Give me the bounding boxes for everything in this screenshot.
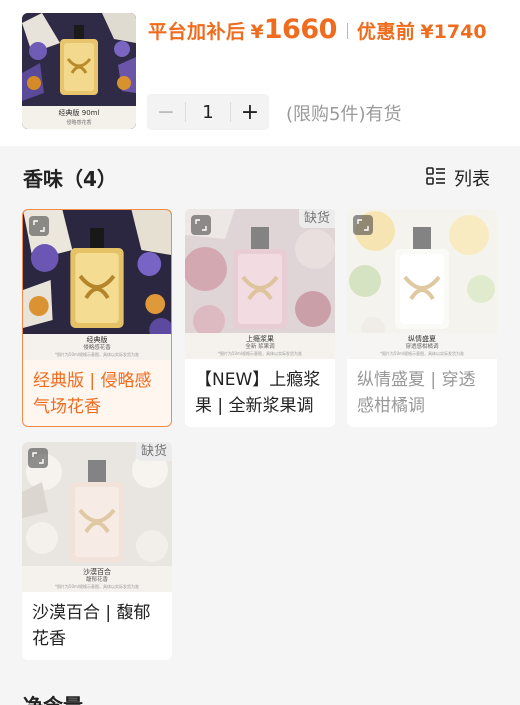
variant-tag-line2: 全新 浆果调 (245, 344, 275, 350)
variant-card-classic[interactable]: 经典版 侵略感花香 *图片为50ml规格示意图，具体以实际发货为准 经典版 | … (22, 209, 172, 427)
variant-tag: 沙漠百合 馥郁花香 *图片为50ml规格示意图，具体以实际发货为准 (22, 566, 172, 592)
variant-tag-line1: 上瘾浆果 (246, 335, 274, 343)
variant-tag-line2: 穿透感柑橘调 (405, 344, 439, 350)
expand-image-icon[interactable] (29, 216, 49, 236)
expand-image-icon[interactable] (28, 448, 48, 468)
variant-tag: 纵情盛夏 穿透感柑橘调 *图片为50ml规格示意图，具体以实际发货为准 (347, 333, 497, 359)
thumb-caption-line1: 经典版 90ml (58, 109, 100, 117)
out-of-stock-badge: 缺货 (298, 209, 335, 228)
variant-name: 沙漠百合 | 馥郁花香 (32, 603, 151, 649)
variant-tag-line1: 纵情盛夏 (408, 335, 436, 343)
original-price-currency: ¥ (420, 21, 434, 43)
variant-card-citrus[interactable]: 纵情盛夏 穿透感柑橘调 *图片为50ml规格示意图，具体以实际发货为准 纵情盛夏… (347, 209, 497, 427)
variant-tag-line3: *图片为50ml规格示意图，具体以实际发货为准 (379, 351, 465, 356)
variant-tag: 经典版 侵略感花香 *图片为50ml规格示意图，具体以实际发货为准 (23, 334, 171, 360)
variant-tag-line2: 馥郁花香 (85, 577, 108, 583)
section-title-scent: 香味（4） (23, 167, 117, 191)
variant-tag-line3: *图片为50ml规格示意图，具体以实际发货为准 (54, 352, 140, 357)
product-summary: 经典版 90ml 侵略感花香 平台加补后 ¥ 1660 优惠前 ¥ 1740 −… (0, 0, 520, 146)
original-price-value: 1740 (433, 21, 487, 43)
original-price-label: 优惠前 (356, 21, 416, 43)
list-toggle-label: 列表 (454, 169, 490, 190)
expand-image-icon[interactable] (353, 215, 373, 235)
price-divider (346, 23, 348, 39)
variant-tag: 上瘾浆果 全新 浆果调 *图片为50ml规格示意图，具体以实际发货为准 (185, 333, 335, 359)
variant-card-lily[interactable]: 沙漠百合 馥郁花香 *图片为50ml规格示意图，具体以实际发货为准 缺货 沙漠百… (22, 442, 172, 660)
section-title-volume: 净含量 (23, 690, 83, 705)
platform-price-currency: ¥ (250, 21, 264, 43)
variant-tag-line3: *图片为50ml规格示意图，具体以实际发货为准 (217, 351, 303, 356)
variant-name: 纵情盛夏 | 穿透感柑橘调 (357, 370, 476, 416)
product-thumbnail[interactable]: 经典版 90ml 侵略感花香 (22, 13, 136, 129)
variant-tag-line3: *图片为50ml规格示意图，具体以实际发货为准 (54, 584, 140, 589)
list-view-toggle[interactable]: 列表 (426, 165, 490, 191)
quantity-plus-button[interactable]: + (231, 94, 269, 130)
quantity-stepper: − 1 + (147, 94, 269, 130)
expand-image-icon[interactable] (191, 215, 211, 235)
out-of-stock-badge: 缺货 (135, 442, 172, 461)
stock-status: (限购5件)有货 (286, 104, 402, 125)
variant-name: 【NEW】上瘾浆果 | 全新浆果调 (195, 370, 321, 416)
thumb-caption-line2: 侵略感花香 (66, 120, 92, 126)
platform-price-label: 平台加补后 (148, 21, 246, 43)
variant-tag-line2: 侵略感花香 (83, 345, 111, 351)
variant-tag-line1: 经典版 (86, 336, 108, 344)
platform-price-value: 1660 (263, 14, 338, 45)
price-line: 平台加补后 ¥ 1660 优惠前 ¥ 1740 (148, 14, 487, 48)
list-icon (426, 166, 446, 190)
quantity-value[interactable]: 1 (186, 102, 230, 123)
variant-card-berry[interactable]: 上瘾浆果 全新 浆果调 *图片为50ml规格示意图，具体以实际发货为准 缺货 【… (185, 209, 335, 427)
quantity-minus-button[interactable]: − (147, 94, 185, 130)
variant-name: 经典版 | 侵略感气场花香 (33, 371, 152, 417)
variant-tag-line1: 沙漠百合 (83, 568, 111, 576)
